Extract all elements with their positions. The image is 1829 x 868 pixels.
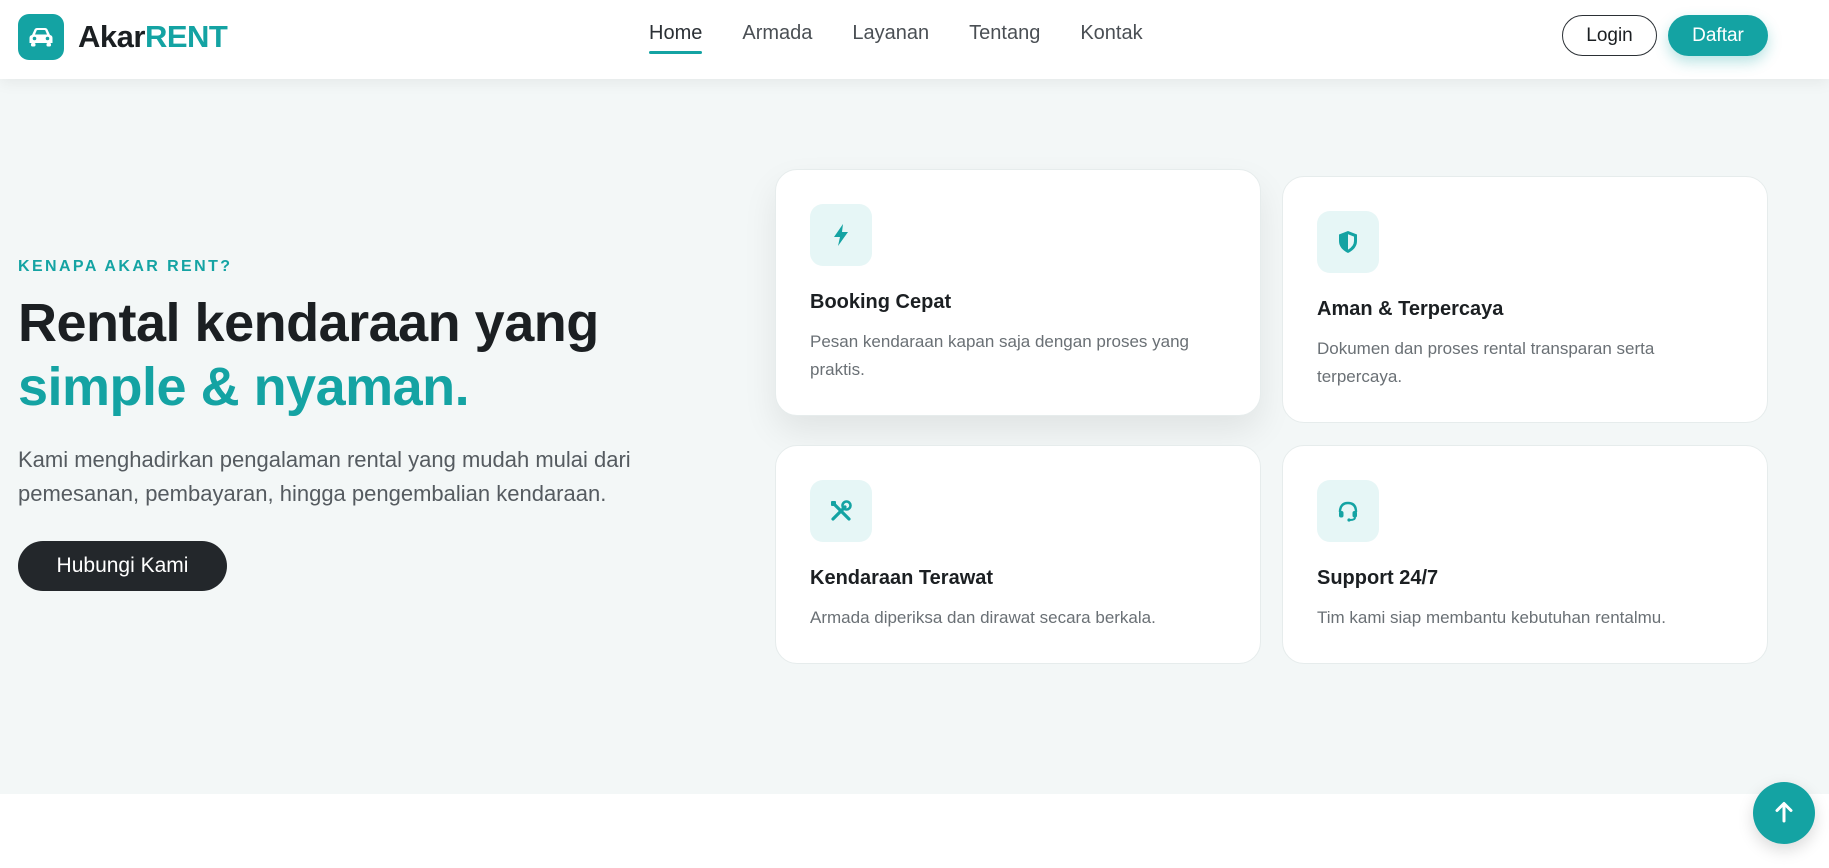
feature-title: Kendaraan Terawat: [810, 567, 994, 589]
car-icon: [18, 14, 64, 60]
hero-eyebrow: KENAPA AKAR RENT?: [18, 258, 233, 275]
contact-button[interactable]: Hubungi Kami: [18, 541, 227, 591]
feature-card-security: Aman & Terpercaya Dokumen dan proses ren…: [1282, 176, 1768, 423]
scroll-top-button[interactable]: [1753, 782, 1815, 844]
lightning-icon: [810, 204, 872, 266]
feature-desc: Pesan kendaraan kapan saja dengan proses…: [810, 332, 1190, 379]
feature-title: Aman & Terpercaya: [1317, 298, 1504, 320]
nav-link-kontak[interactable]: Kontak: [1080, 22, 1142, 54]
navbar: AkarRENT Home Armada Layanan Tentang Kon…: [0, 0, 1829, 79]
hero-headline-line1: Rental kendaraan yang: [18, 293, 599, 353]
feature-card-booking: Booking Cepat Pesan kendaraan kapan saja…: [775, 169, 1261, 416]
brand-logo[interactable]: AkarRENT: [18, 14, 228, 60]
hero-lead: Kami menghadirkan pengalaman rental yang…: [18, 447, 631, 506]
feature-card-maintenance: Kendaraan Terawat Armada diperiksa dan d…: [775, 445, 1261, 664]
feature-desc: Dokumen dan proses rental transparan ser…: [1317, 339, 1655, 386]
brand-name: AkarRENT: [78, 19, 228, 55]
tools-icon: [810, 480, 872, 542]
signup-button[interactable]: Daftar: [1668, 15, 1768, 56]
headset-icon: [1317, 480, 1379, 542]
hero-headline-accent: simple & nyaman.: [18, 357, 470, 417]
feature-desc: Armada diperiksa dan dirawat secara berk…: [810, 608, 1156, 627]
brand-name-part2: RENT: [144, 19, 228, 54]
login-button[interactable]: Login: [1562, 15, 1657, 56]
feature-card-support: Support 24/7 Tim kami siap membantu kebu…: [1282, 445, 1768, 664]
hero-headline: Rental kendaraan yang simple & nyaman.: [18, 291, 599, 419]
shield-icon: [1317, 211, 1379, 273]
nav-link-armada[interactable]: Armada: [742, 22, 812, 54]
nav-link-home[interactable]: Home: [649, 22, 703, 54]
main-nav: Home Armada Layanan Tentang Kontak: [649, 22, 1183, 54]
hero-section: KENAPA AKAR RENT? Rental kendaraan yang …: [0, 79, 1829, 794]
arrow-up-icon: [1773, 800, 1795, 827]
brand-name-part1: Akar: [78, 19, 145, 54]
feature-title: Booking Cepat: [810, 291, 952, 313]
nav-link-tentang[interactable]: Tentang: [969, 22, 1040, 54]
nav-link-layanan[interactable]: Layanan: [852, 22, 929, 54]
feature-desc: Tim kami siap membantu kebutuhan rentalm…: [1317, 608, 1666, 627]
feature-title: Support 24/7: [1317, 567, 1439, 589]
